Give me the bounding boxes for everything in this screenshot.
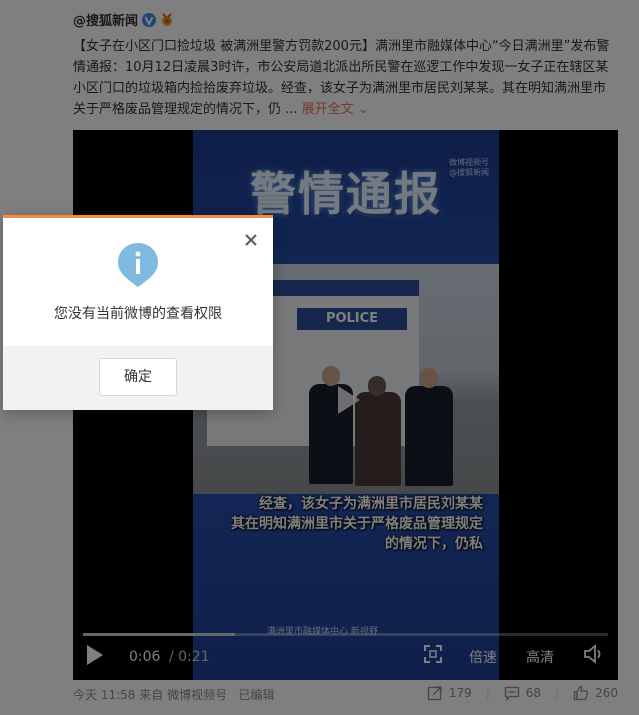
confirm-button[interactable]: 确定	[99, 358, 177, 396]
dialog-message: 您没有当前微博的查看权限	[54, 306, 222, 322]
info-icon	[118, 243, 158, 287]
dialog-footer: 确定	[3, 346, 273, 410]
close-icon[interactable]	[243, 232, 259, 248]
permission-dialog: 您没有当前微博的查看权限 确定	[3, 215, 273, 410]
